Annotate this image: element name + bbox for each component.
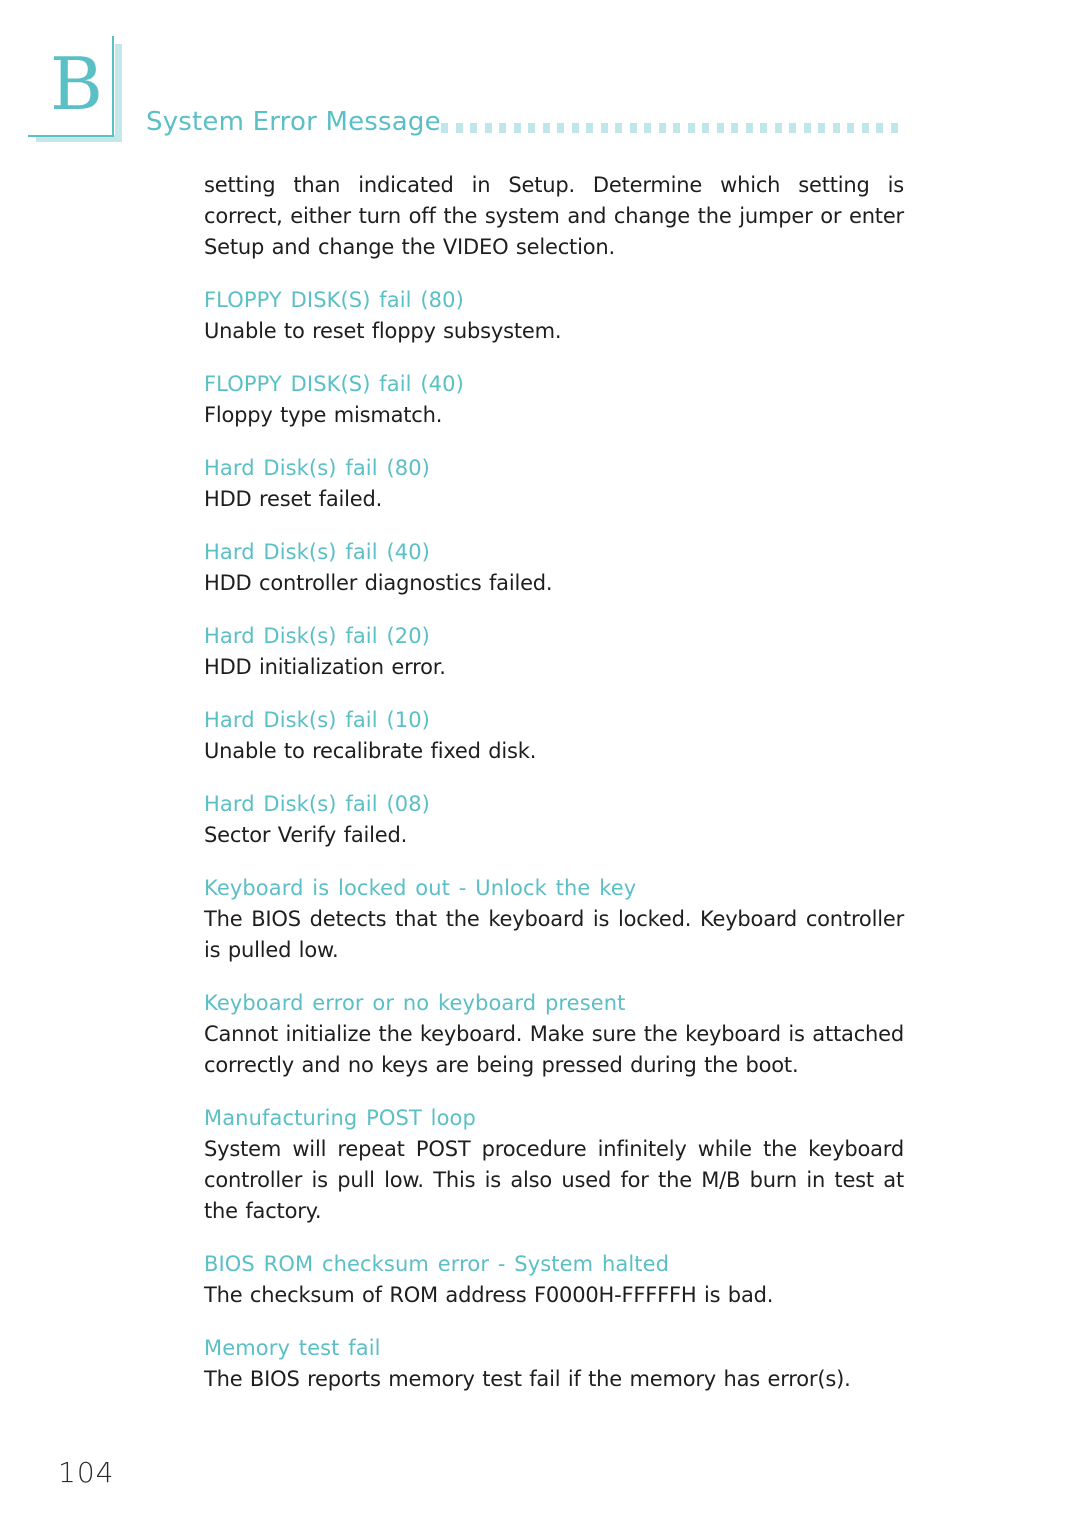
rule-dot: [716, 123, 724, 133]
rule-dot: [600, 123, 608, 133]
rule-dot: [774, 123, 782, 133]
logo-line-horizontal: [28, 135, 114, 137]
title-dotted-rule: [441, 123, 911, 134]
error-description: The BIOS reports memory test fail if the…: [204, 1367, 851, 1391]
error-entry: FLOPPY DISK(S) fail (80) Unable to reset…: [204, 285, 904, 347]
chapter-letter: B: [50, 42, 103, 126]
error-heading: FLOPPY DISK(S) fail (80): [204, 288, 464, 312]
error-heading: Hard Disk(s) fail (20): [204, 624, 430, 648]
error-heading: BIOS ROM checksum error - System halted: [204, 1252, 670, 1276]
rule-dot: [629, 123, 637, 133]
rule-dot: [687, 123, 695, 133]
rule-dot: [731, 123, 738, 133]
error-description: Unable to recalibrate fixed disk.: [204, 739, 537, 763]
chapter-logo: B: [28, 36, 122, 142]
error-entry: Hard Disk(s) fail (20) HDD initializatio…: [204, 621, 904, 683]
error-heading: Memory test fail: [204, 1336, 381, 1360]
error-entry: FLOPPY DISK(S) fail (40) Floppy type mis…: [204, 369, 904, 431]
rule-dot: [673, 123, 680, 133]
error-heading: Hard Disk(s) fail (40): [204, 540, 430, 564]
rule-dot: [803, 123, 811, 133]
rule-dot: [702, 123, 709, 133]
error-heading: Manufacturing POST loop: [204, 1106, 476, 1130]
rule-dot: [542, 123, 550, 133]
rule-dot: [586, 123, 593, 133]
error-entry: Hard Disk(s) fail (10) Unable to recalib…: [204, 705, 904, 767]
error-description: HDD controller diagnostics failed.: [204, 571, 553, 595]
error-description: System will repeat POST procedure infini…: [204, 1137, 904, 1223]
section-title: System Error Message: [146, 107, 441, 137]
error-description: Sector Verify failed.: [204, 823, 408, 847]
rule-dot: [847, 123, 854, 133]
rule-dot: [644, 123, 651, 133]
rule-dot: [658, 123, 666, 133]
page-number: 104: [58, 1456, 115, 1489]
error-heading: Keyboard is locked out - Unlock the key: [204, 876, 637, 900]
rule-dot: [890, 123, 898, 133]
rule-dot: [571, 123, 579, 133]
rule-dot: [818, 123, 825, 133]
rule-dot: [455, 123, 463, 133]
error-description: HDD reset failed.: [204, 487, 383, 511]
logo-line-vertical: [112, 36, 114, 137]
error-entry: Keyboard error or no keyboard present Ca…: [204, 988, 904, 1081]
rule-dot: [789, 123, 796, 133]
error-description: The BIOS detects that the keyboard is lo…: [204, 907, 904, 962]
rule-dot: [441, 123, 448, 133]
error-entry: Memory test fail The BIOS reports memory…: [204, 1333, 904, 1395]
error-description: Floppy type mismatch.: [204, 403, 443, 427]
error-heading: FLOPPY DISK(S) fail (40): [204, 372, 464, 396]
error-description: HDD initialization error.: [204, 655, 446, 679]
rule-dot: [832, 123, 840, 133]
content: setting than indicated in Setup. Determi…: [204, 170, 904, 1417]
rule-dot: [484, 123, 492, 133]
rule-dot: [615, 123, 622, 133]
error-entry: Hard Disk(s) fail (40) HDD controller di…: [204, 537, 904, 599]
error-heading: Hard Disk(s) fail (80): [204, 456, 430, 480]
logo-shadow-vertical: [115, 44, 122, 142]
error-entry: Hard Disk(s) fail (08) Sector Verify fai…: [204, 789, 904, 851]
error-entry: Keyboard is locked out - Unlock the key …: [204, 873, 904, 966]
rule-dot: [470, 123, 477, 133]
error-description: The checksum of ROM address F0000H-FFFFF…: [204, 1283, 774, 1307]
rule-dot: [760, 123, 767, 133]
error-entry: Manufacturing POST loop System will repe…: [204, 1103, 904, 1227]
error-entry: Hard Disk(s) fail (80) HDD reset failed.: [204, 453, 904, 515]
error-description: Cannot initialize the keyboard. Make sur…: [204, 1022, 904, 1077]
rule-dot: [745, 123, 753, 133]
rule-dot: [876, 123, 883, 133]
error-heading: Hard Disk(s) fail (08): [204, 792, 430, 816]
rule-dot: [861, 123, 869, 133]
error-heading: Hard Disk(s) fail (10): [204, 708, 430, 732]
error-description: Unable to reset floppy subsystem.: [204, 319, 562, 343]
rule-dot: [528, 123, 535, 133]
rule-dot: [557, 123, 564, 133]
intro-paragraph: setting than indicated in Setup. Determi…: [204, 173, 904, 259]
error-heading: Keyboard error or no keyboard present: [204, 991, 626, 1015]
rule-dot: [499, 123, 506, 133]
rule-dot: [513, 123, 521, 133]
error-entry: BIOS ROM checksum error - System halted …: [204, 1249, 904, 1311]
